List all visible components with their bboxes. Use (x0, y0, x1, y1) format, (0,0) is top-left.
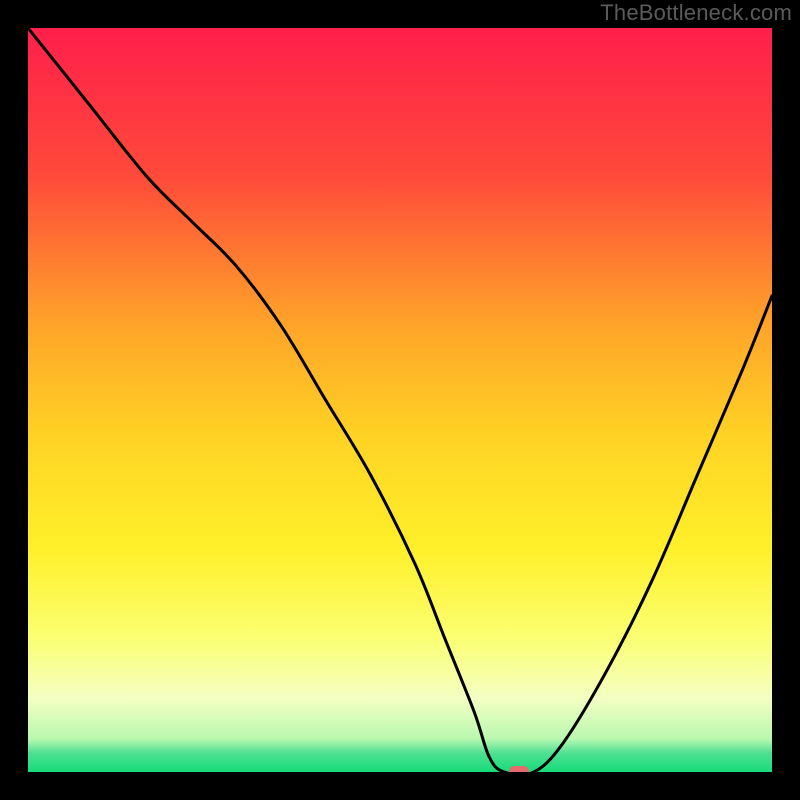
optimal-point-marker (509, 766, 529, 772)
bottleneck-plot (28, 28, 772, 772)
watermark-label: TheBottleneck.com (600, 0, 792, 26)
plot-background (28, 28, 772, 772)
chart-container: TheBottleneck.com (0, 0, 800, 800)
